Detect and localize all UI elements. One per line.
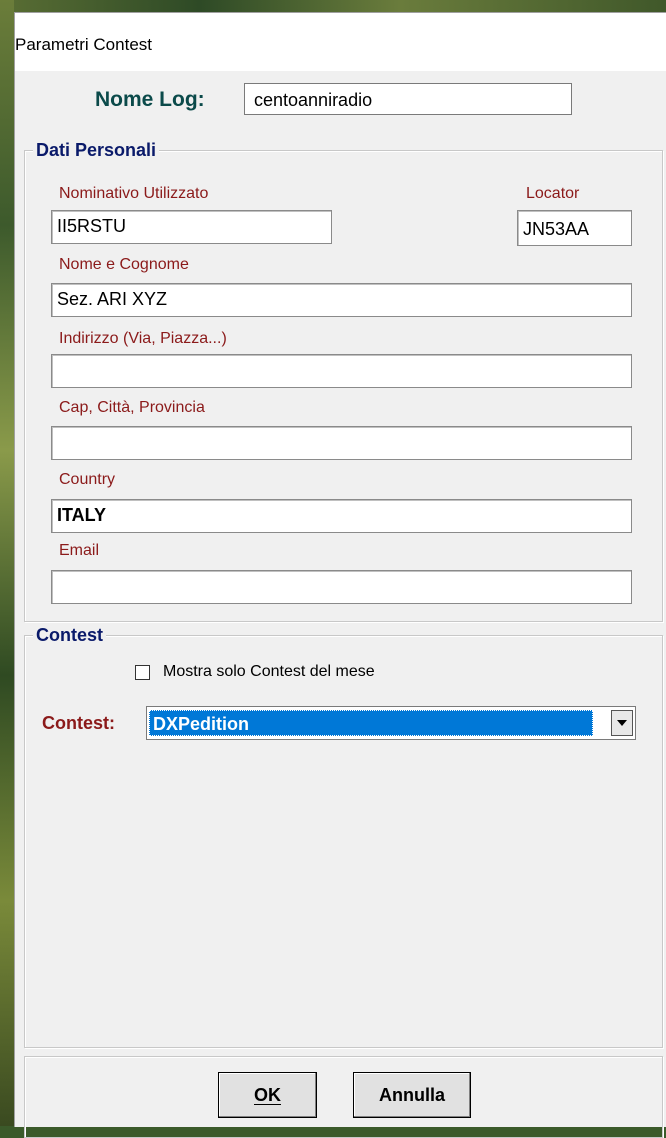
annulla-button[interactable]: Annulla <box>353 1072 471 1118</box>
contest-title: Contest <box>33 625 106 646</box>
nome-cognome-label: Nome e Cognome <box>59 256 189 273</box>
desktop-background-left <box>0 0 14 1126</box>
cap-citta-label: Cap, Città, Provincia <box>59 399 205 416</box>
country-field[interactable]: ITALY <box>51 499 632 533</box>
chevron-down-icon[interactable] <box>611 710 633 736</box>
locator-field[interactable]: JN53AA <box>517 210 632 246</box>
ok-button-label: OK <box>254 1084 281 1105</box>
cap-citta-field[interactable] <box>51 426 632 460</box>
indirizzo-field[interactable] <box>51 354 632 388</box>
country-label: Country <box>59 471 116 488</box>
indirizzo-label: Indirizzo (Via, Piazza...) <box>59 330 227 347</box>
contest-select-label: Contest: <box>42 713 115 733</box>
nominativo-label: Nominativo Utilizzato <box>59 185 209 202</box>
email-label: Email <box>59 542 100 559</box>
mostra-solo-contest-checkbox[interactable] <box>135 665 150 680</box>
contest-selected-value[interactable]: DXPedition <box>149 710 593 736</box>
locator-label: Locator <box>526 185 580 202</box>
mostra-solo-contest-label[interactable]: Mostra solo Contest del mese <box>163 663 375 681</box>
contest-select[interactable]: DXPedition <box>146 706 636 740</box>
email-field[interactable] <box>51 570 632 604</box>
desktop-background-top <box>0 0 666 12</box>
annulla-button-label: Annulla <box>379 1084 445 1105</box>
parametri-contest-dialog: Parametri Contest Nome Log: centoannirad… <box>14 12 666 1138</box>
nome-cognome-field[interactable]: Sez. ARI XYZ <box>51 283 632 317</box>
window-title: Parametri Contest <box>15 35 152 54</box>
contest-group <box>24 635 663 1048</box>
title-bar[interactable]: Parametri Contest <box>15 13 666 71</box>
nome-log-label: Nome Log: <box>95 88 205 111</box>
nominativo-field[interactable]: II5RSTU <box>51 210 332 244</box>
ok-button[interactable]: OK <box>218 1072 317 1118</box>
nome-log-input[interactable]: centoanniradio <box>244 83 572 115</box>
dati-personali-title: Dati Personali <box>33 140 160 161</box>
